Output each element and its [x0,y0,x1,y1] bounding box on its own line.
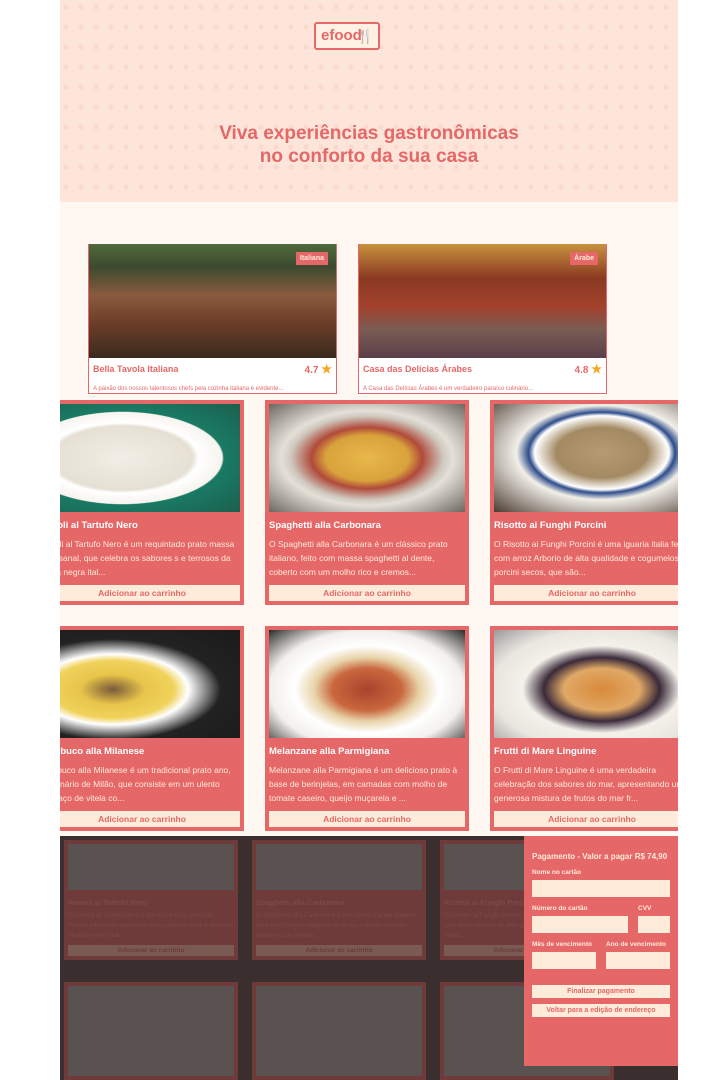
cuisine-tag: Italiana [295,252,328,265]
background-dish-card: Spaghetti alla Carbonara O Spaghetti all… [252,840,426,960]
exp-month-label: Mês de vencimento [532,941,592,948]
restaurant-name: Casa das Delícias Árabes [363,364,473,374]
dish-description: Melanzane alla Parmigiana é um delicioso… [269,765,458,803]
add-to-cart-button: Adicionar ao carrinho [256,945,422,956]
dish-title: Frutti di Mare Linguine [494,746,597,757]
dish-grid: avioli al Tartufo Nero avioli al Tartufo… [60,398,678,836]
add-to-cart-button[interactable]: Adicionar ao carrinho [269,585,465,601]
dish-title: Spaghetti alla Carbonara [269,520,381,531]
restaurant-description: A paixão dos nossos talentosos chefs pel… [93,386,284,392]
add-to-cart-button[interactable]: Adicionar ao carrinho [269,811,465,827]
restaurant-photo: Italiana [89,244,336,358]
hero-header: efood 🍴 Viva experiências gastronômicas … [60,0,678,202]
dish-title: Melanzane alla Parmigiana [269,746,390,757]
dish-image [68,986,234,1076]
finish-payment-button[interactable]: Finalizar pagamento [532,985,670,998]
dish-image [68,844,234,890]
hero-title-line-2: no conforto da sua casa [259,146,479,167]
dish-title: Risotto ai Funghi Porcini [494,520,607,531]
dish-description: O Frutti di Mare Linguine é uma verdadei… [494,765,678,803]
dish-description: O Risotto ai Funghi Porcini é uma iguari… [494,539,678,577]
payment-sidebar: Pagamento - Valor a pagar R$ 74,90 Nome … [524,836,678,1066]
add-to-cart-button[interactable]: Adicionar ao carrinho [494,585,678,601]
dish-card: Melanzane alla Parmigiana Melanzane alla… [265,626,469,831]
star-icon: ★ [321,362,332,376]
card-number-label: Número do cartão [532,905,588,912]
hero-title-line-1: Viva experiências gastronômicas [219,123,519,144]
restaurant-rating: 4.8 ★ [575,362,602,376]
background-dish-card [252,982,426,1080]
background-dish-card: Ravioli al Tartufo Nero O Ravioli al Tar… [64,840,238,960]
card-name-label: Nome no cartão [532,869,582,876]
dish-card: Risotto ai Funghi Porcini O Risotto ai F… [490,400,678,605]
dish-image [60,404,240,512]
restaurant-card[interactable]: Italiana Bella Tavola Italiana 4.7 ★ A p… [88,244,337,394]
dish-description: O Ravioli al Tartufo Nero é um requintad… [68,912,234,939]
restaurant-card[interactable]: Árabe Casa das Delícias Árabes 4.8 ★ A C… [358,244,607,394]
dish-title: ssobuco alla Milanese [60,746,145,757]
exp-month-input[interactable] [532,952,596,969]
dish-card: Spaghetti alla Carbonara O Spaghetti all… [265,400,469,605]
restaurant-photo: Árabe [359,244,606,358]
dish-title: avioli al Tartufo Nero [60,520,138,531]
add-to-cart-button[interactable]: Adicionar ao carrinho [494,811,678,827]
dish-title: Spaghetti alla Carbonara [256,898,345,907]
hero-title: Viva experiências gastronômicas no confo… [60,122,678,168]
dish-image [60,630,240,738]
dish-image [494,404,678,512]
background-dish-card [64,982,238,1080]
dish-card: ssobuco alla Milanese ssobuco alla Milan… [60,626,244,831]
restaurant-name: Bella Tavola Italiana [93,364,179,374]
dish-card: avioli al Tartufo Nero avioli al Tartufo… [60,400,244,605]
restaurant-description: A Casa das Delícias Árabes é um verdadei… [363,386,534,392]
rating-value: 4.8 [574,365,589,376]
dish-image [256,844,422,890]
cvv-input[interactable] [638,916,670,933]
dish-description: O Spaghetti alla Carbonara é um clássico… [256,912,417,939]
dish-description: avioli al Tartufo Nero é um requintado p… [60,539,235,577]
card-number-row: Número do cartão CVV [532,897,670,933]
exp-year-input[interactable] [606,952,670,969]
restaurant-rating: 4.7 ★ [305,362,332,376]
star-icon: ★ [591,362,602,376]
add-to-cart-button[interactable]: Adicionar ao carrinho [60,585,240,601]
payment-title: Pagamento - Valor a pagar R$ 74,90 [532,852,668,861]
dish-image [256,986,422,1076]
dish-image [494,630,678,738]
card-number-input[interactable] [532,916,628,933]
exp-year-label: Ano de vencimento [606,941,666,948]
expiry-row: Mês de vencimento Ano de vencimento [532,933,670,969]
fork-knife-icon: 🍴 [356,28,374,44]
rating-value: 4.7 [304,365,319,376]
dish-card: Frutti di Mare Linguine O Frutti di Mare… [490,626,678,831]
dish-image [269,404,465,512]
efood-logo[interactable]: efood 🍴 [314,22,380,50]
add-to-cart-button[interactable]: Adicionar ao carrinho [60,811,240,827]
dish-description: ssobuco alla Milanese é um tradicional p… [60,765,231,803]
dish-image [269,630,465,738]
back-to-address-button[interactable]: Voltar para a edição de endereço [532,1004,670,1017]
dish-title: Ravioli al Tartufo Nero [68,898,148,907]
cvv-label: CVV [638,905,652,912]
add-to-cart-button: Adicionar ao carrinho [68,945,234,956]
card-name-input[interactable] [532,880,670,897]
dish-description: O Spaghetti alla Carbonara é um clássico… [269,539,448,577]
cuisine-tag: Árabe [570,252,598,265]
page: efood 🍴 Viva experiências gastronômicas … [60,0,678,1080]
